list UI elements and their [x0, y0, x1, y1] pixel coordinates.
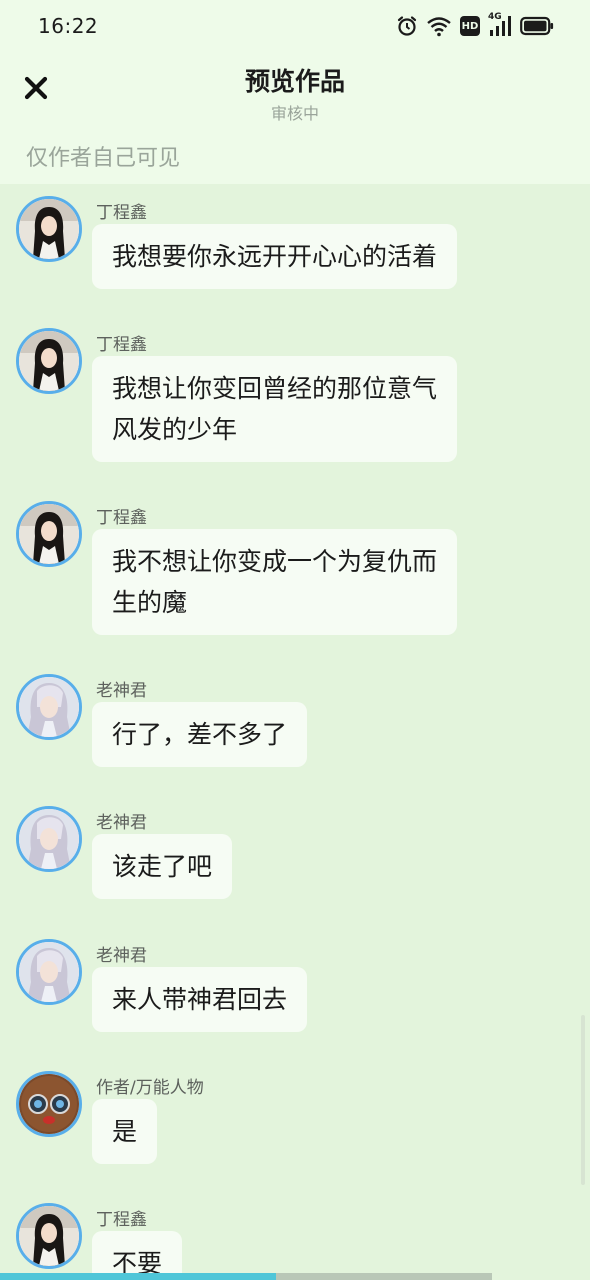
sender-name: 老神君: [96, 946, 147, 966]
avatar-elder-image: [19, 677, 79, 737]
message-bubble[interactable]: 我想让你变回曾经的那位意气 风发的少年: [92, 356, 458, 462]
status-icons: HD 4G: [396, 12, 554, 38]
message-text: 风发的少年: [112, 415, 238, 444]
reading-progress: [0, 1273, 590, 1280]
message-text: 该走了吧: [112, 852, 213, 881]
message-text: 我想让你变回曾经的那位意气: [112, 374, 438, 403]
avatar-ding-image: [19, 199, 79, 259]
wifi-icon: [427, 17, 451, 37]
avatar-ding-image: [19, 331, 79, 391]
message-text: 是: [112, 1117, 138, 1146]
sender-name: 丁程鑫: [96, 508, 147, 528]
progress-rest: [276, 1273, 492, 1280]
message-text: 我想要你永远开开心心的活着: [112, 242, 438, 271]
status-time: 16:22: [38, 14, 99, 38]
avatar-author[interactable]: [16, 1071, 82, 1137]
sender-name: 丁程鑫: [96, 203, 147, 223]
avatar-elder[interactable]: [16, 939, 82, 1005]
top-header-area: 16:22 HD 4G 预览作品 审核中 仅作者自己可见: [0, 0, 590, 184]
message-bubble[interactable]: 行了，差不多了: [92, 702, 308, 767]
nav-bar: 预览作品 审核中: [0, 52, 590, 132]
progress-done: [0, 1273, 276, 1280]
avatar-ding[interactable]: [16, 196, 82, 262]
avatar-ding[interactable]: [16, 501, 82, 567]
battery-icon: [520, 16, 554, 36]
avatar-elder-image: [19, 942, 79, 1002]
message-bubble[interactable]: 我不想让你变成一个为复仇而 生的魔: [92, 529, 458, 635]
message-text: 我不想让你变成一个为复仇而: [112, 547, 438, 576]
signal-icon: 4G: [488, 12, 512, 38]
hd-icon: HD: [460, 16, 480, 36]
avatar-ding[interactable]: [16, 1203, 82, 1269]
status-bar: 16:22 HD 4G: [0, 0, 590, 52]
sender-name: 作者/万能人物: [96, 1078, 204, 1098]
sender-name: 丁程鑫: [96, 335, 147, 355]
avatar-ding-image: [19, 504, 79, 564]
sender-name: 丁程鑫: [96, 1210, 147, 1230]
avatar-elder[interactable]: [16, 806, 82, 872]
visibility-note: 仅作者自己可见: [26, 146, 181, 171]
scrollbar[interactable]: [581, 1015, 585, 1185]
alarm-icon: [397, 16, 417, 36]
message-bubble[interactable]: 来人带神君回去: [92, 967, 308, 1032]
sender-name: 老神君: [96, 813, 147, 833]
page-title: 预览作品: [244, 67, 345, 96]
message-text: 来人带神君回去: [112, 985, 288, 1014]
message-text: 生的魔: [112, 588, 188, 617]
avatar-ding-image: [19, 1206, 79, 1266]
avatar-elder-image: [19, 809, 79, 869]
message-bubble[interactable]: 是: [92, 1099, 158, 1164]
avatar-ding[interactable]: [16, 328, 82, 394]
sender-name: 老神君: [96, 681, 147, 701]
review-status: 审核中: [270, 104, 319, 123]
message-bubble[interactable]: 我想要你永远开开心心的活着: [92, 224, 458, 289]
avatar-elder[interactable]: [16, 674, 82, 740]
message-bubble[interactable]: 该走了吧: [92, 834, 233, 899]
message-text: 行了，差不多了: [112, 720, 288, 749]
chat-list[interactable]: 丁程鑫 我想要你永远开开心心的活着 丁程鑫 我想让你变回曾经的那位意气 风发的少…: [0, 184, 590, 1280]
avatar-author-image: [19, 1074, 79, 1134]
